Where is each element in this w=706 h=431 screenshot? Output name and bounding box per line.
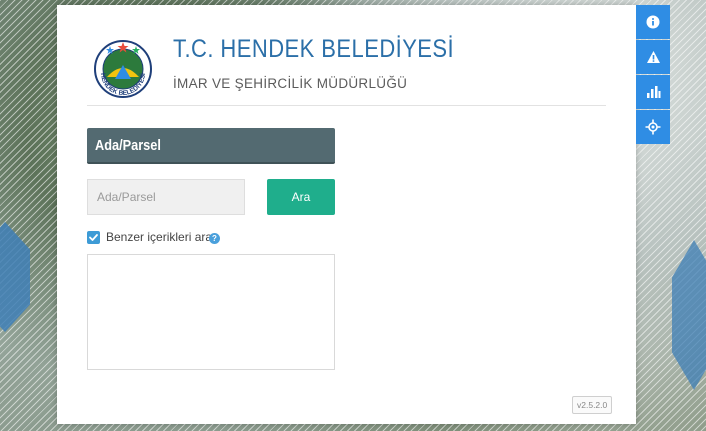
similar-content-label[interactable]: Benzer içerikleri ara xyxy=(106,230,212,244)
warning-icon xyxy=(646,51,660,63)
statistics-button[interactable] xyxy=(636,75,670,109)
check-icon xyxy=(89,234,98,241)
municipality-logo: HENDEK BELEDİYESİ xyxy=(94,40,152,98)
results-list[interactable] xyxy=(87,254,335,370)
similar-content-checkbox[interactable] xyxy=(87,231,100,244)
section-header-ada-parsel: Ada/Parsel xyxy=(87,128,335,164)
bar-chart-icon xyxy=(646,86,660,98)
info-button[interactable] xyxy=(636,5,670,39)
right-toolbar xyxy=(636,5,670,145)
help-icon[interactable]: ? xyxy=(209,233,220,244)
section-header-label: Ada/Parsel xyxy=(95,137,161,154)
search-input[interactable] xyxy=(87,179,245,215)
page-subtitle: İMAR VE ŞEHİRCİLİK MÜDÜRLÜĞÜ xyxy=(173,76,408,91)
version-badge: v2.5.2.0 xyxy=(572,396,613,414)
warning-button[interactable] xyxy=(636,40,670,74)
locate-button[interactable] xyxy=(636,110,670,144)
header-divider xyxy=(87,105,606,106)
search-panel: HENDEK BELEDİYESİ T.C. HENDEK BELEDİYESİ… xyxy=(57,5,636,424)
crosshair-icon xyxy=(645,119,661,135)
page-title: T.C. HENDEK BELEDİYESİ xyxy=(173,35,455,63)
search-button[interactable]: Ara xyxy=(267,179,335,215)
info-icon xyxy=(646,15,660,29)
